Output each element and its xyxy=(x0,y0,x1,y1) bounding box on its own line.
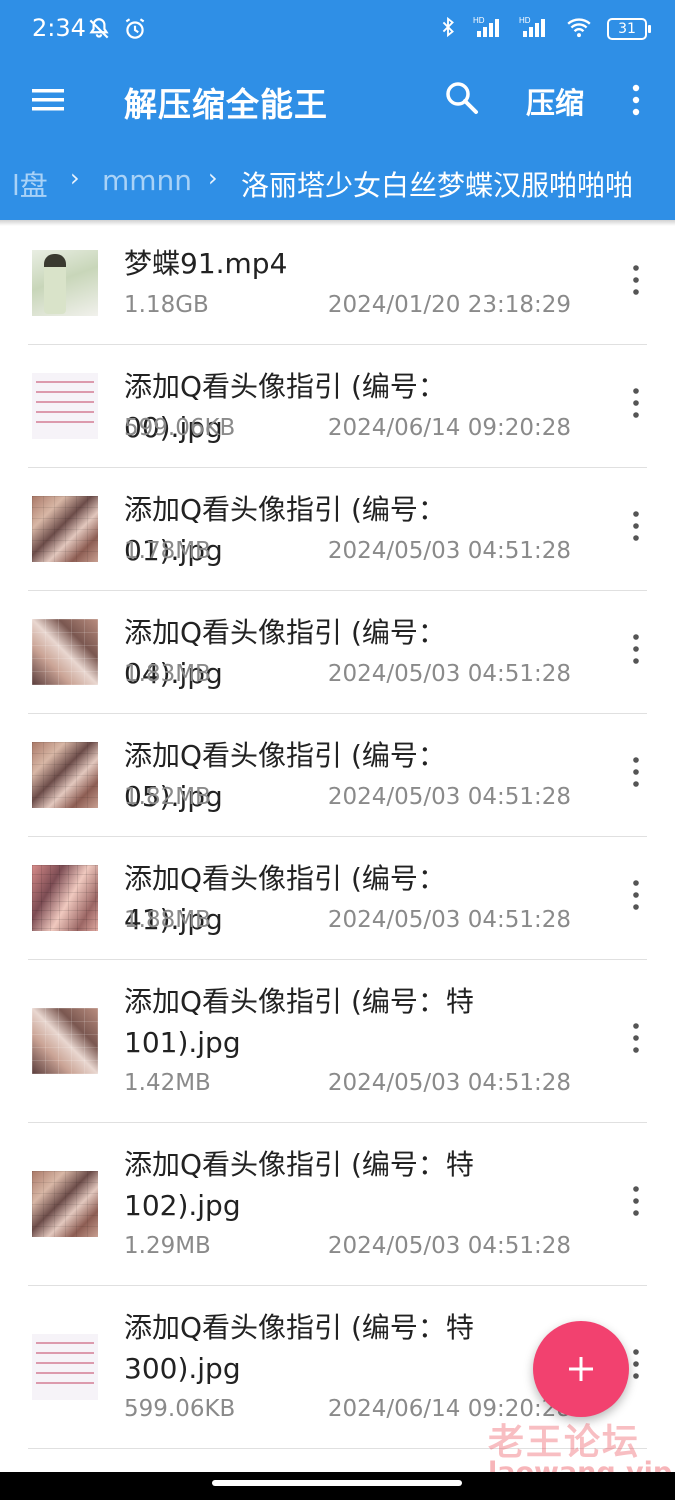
file-row[interactable]: 添加Q看头像指引 (编号：特 102).jpg 1.29MB 2024/05/0… xyxy=(0,1123,675,1286)
file-name: 添加Q看头像指引 (编号：特 300).jpg xyxy=(124,1307,544,1389)
more-vert-icon[interactable] xyxy=(624,80,648,120)
file-size: 1.82MB xyxy=(124,784,211,810)
file-name: 梦蝶91.mp4 xyxy=(124,247,288,280)
file-size: 1.29MB xyxy=(124,1233,211,1259)
file-date: 2024/05/03 04:51:28 xyxy=(327,784,571,810)
file-name-line: 101).jpg xyxy=(124,1026,241,1059)
wifi-icon xyxy=(565,14,593,44)
status-left-icons xyxy=(86,16,148,46)
file-name-line: 300).jpg xyxy=(124,1352,241,1385)
image-thumbnail xyxy=(32,1334,98,1400)
file-date: 2024/01/20 23:18:29 xyxy=(327,292,571,318)
file-size: 1.88MB xyxy=(124,907,211,933)
svg-text:HD: HD xyxy=(519,16,531,25)
app-bar: 解压缩全能王 压缩 xyxy=(0,62,675,140)
navigation-bar xyxy=(0,1472,675,1500)
image-thumbnail xyxy=(32,865,98,931)
bell-off-icon xyxy=(86,16,112,46)
more-vert-icon[interactable] xyxy=(626,877,646,913)
file-row[interactable]: 添加Q看头像指引 (编号：04).jpg 1.83MB 2024/05/03 0… xyxy=(0,591,675,714)
more-vert-icon[interactable] xyxy=(626,631,646,667)
home-gesture-handle[interactable] xyxy=(212,1480,462,1486)
image-thumbnail xyxy=(32,619,98,685)
file-date: 2024/05/03 04:51:28 xyxy=(327,907,571,933)
more-vert-icon[interactable] xyxy=(626,1346,646,1382)
file-date: 2024/05/03 04:51:28 xyxy=(327,538,571,564)
file-size: 1.78MB xyxy=(124,538,211,564)
image-thumbnail xyxy=(32,742,98,808)
file-row[interactable]: 添加Q看头像指引 (编号：00).jpg 599.06KB 2024/06/14… xyxy=(0,345,675,468)
file-row[interactable]: 添加Q看头像指引 (编号：特 101).jpg 1.42MB 2024/05/0… xyxy=(0,960,675,1123)
svg-text:HD: HD xyxy=(473,16,485,25)
status-right-icons: HD HD 31 xyxy=(437,14,651,44)
hd-signal-icon: HD xyxy=(519,14,551,44)
hd-signal-icon: HD xyxy=(473,14,505,44)
screen: 2:34 HD HD 31 解压缩全能王 压缩 l盘 › mmnn › 洛丽塔少… xyxy=(0,0,675,1500)
file-row[interactable]: 添加Q看头像指引 (编号：41).jpg 1.88MB 2024/05/03 0… xyxy=(0,837,675,960)
status-bar: 2:34 HD HD 31 xyxy=(0,0,675,62)
image-thumbnail xyxy=(32,373,98,439)
file-date: 2024/05/03 04:51:28 xyxy=(327,1233,571,1259)
file-name-line: 添加Q看头像指引 (编号：特 xyxy=(124,985,474,1018)
image-thumbnail xyxy=(32,1171,98,1237)
breadcrumb-separator: › xyxy=(70,164,80,192)
header: 2:34 HD HD 31 解压缩全能王 压缩 l盘 › mmnn › 洛丽塔少… xyxy=(0,0,675,220)
file-name-line: 添加Q看头像指引 (编号：特 xyxy=(124,1148,474,1181)
bluetooth-icon xyxy=(437,14,459,44)
more-vert-icon[interactable] xyxy=(626,1183,646,1219)
alarm-icon xyxy=(122,16,148,46)
file-date: 2024/06/14 09:20:28 xyxy=(327,415,571,441)
file-name: 添加Q看头像指引 (编号：特 101).jpg xyxy=(124,981,544,1063)
breadcrumb: l盘 › mmnn › 洛丽塔少女白丝梦蝶汉服啪啪啪 xyxy=(0,140,675,220)
breadcrumb-item-current[interactable]: 洛丽塔少女白丝梦蝶汉服啪啪啪 xyxy=(241,164,633,204)
video-thumbnail xyxy=(32,250,98,316)
compress-button[interactable]: 压缩 xyxy=(526,80,584,122)
app-title: 解压缩全能王 xyxy=(124,85,328,124)
plus-icon xyxy=(569,1357,593,1381)
more-vert-icon[interactable] xyxy=(626,385,646,421)
file-name: 添加Q看头像指引 (编号：特 102).jpg xyxy=(124,1144,544,1226)
breadcrumb-separator: › xyxy=(208,164,218,192)
more-vert-icon[interactable] xyxy=(626,754,646,790)
menu-icon[interactable] xyxy=(28,80,68,120)
battery-icon: 31 xyxy=(607,18,651,40)
file-row[interactable]: 添加Q看头像指引 (编号：05).jpg 1.82MB 2024/05/03 0… xyxy=(0,714,675,837)
breadcrumb-item-mmnn[interactable]: mmnn xyxy=(102,164,192,197)
file-date: 2024/05/03 04:51:28 xyxy=(327,661,571,687)
file-row[interactable]: 梦蝶91.mp4 1.18GB 2024/01/20 23:18:29 xyxy=(0,222,675,345)
file-size: 1.83MB xyxy=(124,661,211,687)
more-vert-icon[interactable] xyxy=(626,262,646,298)
more-vert-icon[interactable] xyxy=(626,508,646,544)
image-thumbnail xyxy=(32,496,98,562)
status-time: 2:34 xyxy=(32,14,86,42)
image-thumbnail xyxy=(32,1008,98,1074)
file-name-line: 添加Q看头像指引 (编号：特 xyxy=(124,1311,474,1344)
file-size: 1.18GB xyxy=(124,292,209,318)
file-size: 599.06KB xyxy=(124,415,236,441)
file-row[interactable]: 添加Q看头像指引 (编号：01).jpg 1.78MB 2024/05/03 0… xyxy=(0,468,675,591)
file-name-line: 102).jpg xyxy=(124,1189,241,1222)
add-fab-button[interactable] xyxy=(533,1321,629,1417)
file-list: 梦蝶91.mp4 1.18GB 2024/01/20 23:18:29 添加Q看… xyxy=(0,222,675,1449)
more-vert-icon[interactable] xyxy=(626,1020,646,1056)
file-size: 1.42MB xyxy=(124,1070,211,1096)
file-date: 2024/05/03 04:51:28 xyxy=(327,1070,571,1096)
search-icon[interactable] xyxy=(442,78,482,118)
breadcrumb-item-drive[interactable]: l盘 xyxy=(12,164,48,204)
file-size: 599.06KB xyxy=(124,1396,236,1422)
